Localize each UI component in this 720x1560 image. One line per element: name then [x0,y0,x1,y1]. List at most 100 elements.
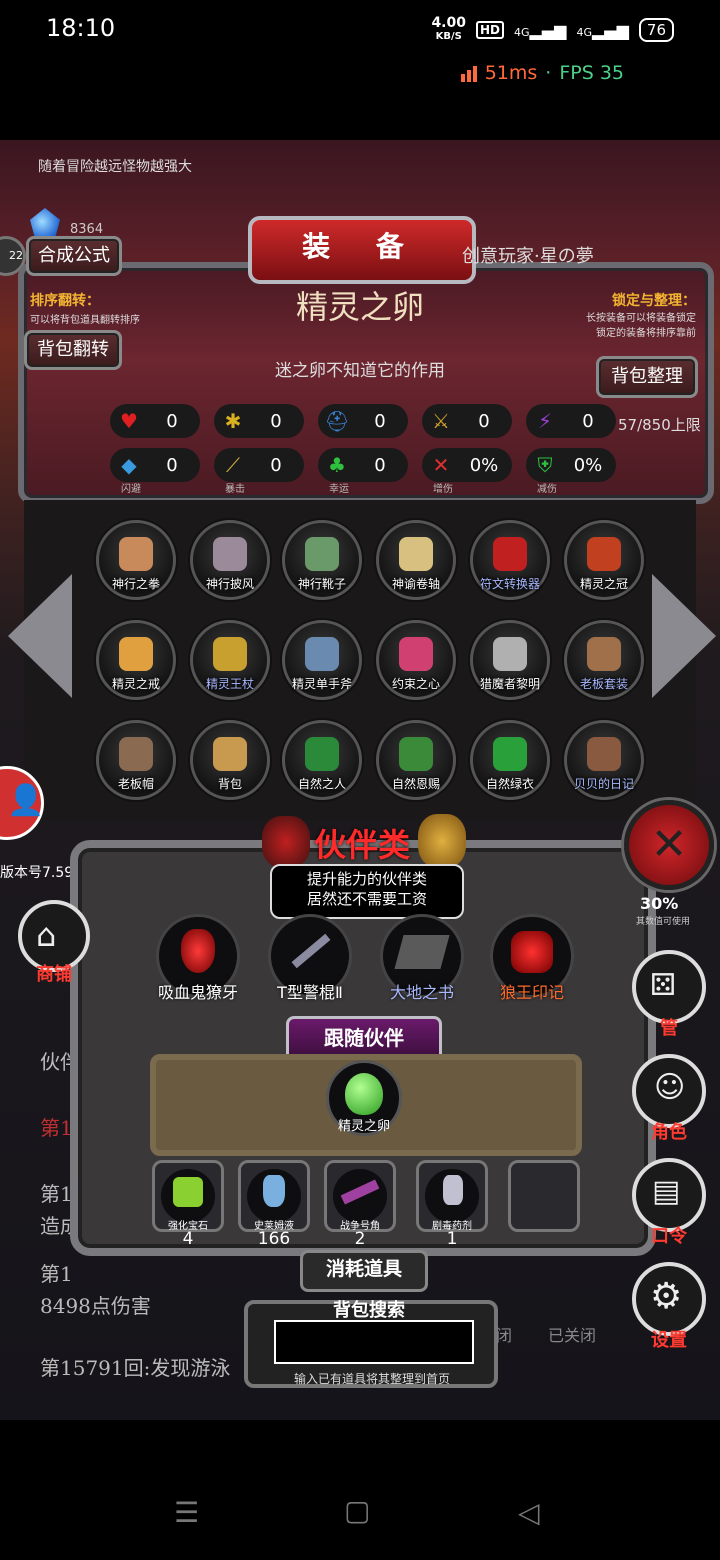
user-icon: 👤 [7,783,45,818]
bag-search-label: 背包搜索 [333,1300,405,1321]
stat-evade: ◆ 0 闪避 [110,448,200,495]
inventory-slot[interactable]: 自然恩赐 [376,720,456,800]
inventory-slot[interactable]: 神行披风 [190,520,270,600]
closed-text: 闭 [496,1326,513,1345]
lightning-icon: ⚡ [537,409,553,433]
menu-icon[interactable]: ☰ [174,1496,199,1529]
role-button[interactable]: ☺ 角色 [632,1054,706,1143]
stat-luck: ♣ 0 幸运 [318,448,408,495]
bag-search-input[interactable] [274,1320,474,1364]
item-icon [119,537,153,571]
bag-capacity: 57/850上限 [618,416,701,434]
code-button[interactable]: ▤ 口令 [632,1158,706,1247]
settings-button[interactable]: ⚙ 设置 [632,1262,706,1351]
inventory-slot[interactable]: 约束之心 [376,620,456,700]
inventory-slot[interactable]: 神行之拳 [96,520,176,600]
consumable-slot-empty[interactable] [508,1160,580,1232]
partner-slot[interactable]: 吸血鬼獠牙 [156,914,240,1002]
close-button[interactable]: ✕ [624,800,714,890]
consumable-slot[interactable]: 剧毒药剂 1 [416,1160,488,1249]
inventory-slot[interactable]: 背包 [190,720,270,800]
heart-icon: ♥ [120,409,138,433]
gem-count: 8364 [70,222,104,237]
follow-partner-slot[interactable]: 精灵之卵 [326,1060,402,1136]
back-icon[interactable]: ◁ [518,1496,540,1529]
bag-search-hint: 输入已有道具将其整理到首页 [293,1372,450,1386]
manage-button[interactable]: ⚄ 管 [632,950,706,1039]
selected-item-desc: 迷之卵不知道它的作用 [275,361,445,381]
item-icon [399,737,433,771]
inventory-slot[interactable]: 贝贝的日记 [564,720,644,800]
net-speed: 4.00 KB/S [431,15,466,42]
dragon-icon [262,816,310,868]
inventory-slot[interactable]: 符文转换器 [470,520,550,600]
prev-page-arrow[interactable] [8,574,72,698]
potion-icon [263,1175,285,1207]
stat-strength: ✱ 0 [214,404,304,438]
partner-subtitle: 提升能力的伙伴类 居然还不需要工资 [270,864,464,919]
stat-dmg-up: ✕ 0% 增伤 [422,448,512,495]
clover-icon: ♣ [328,453,346,477]
system-nav-bar [0,1420,720,1560]
battery-icon: 76 [638,18,674,42]
item-icon [305,537,339,571]
wolf-mark-icon [511,931,553,973]
item-icon [213,637,247,671]
inventory-slot[interactable]: 猎魔者黎明 [470,620,550,700]
clock: 18:10 [46,14,116,42]
book-icon [394,935,450,969]
next-page-arrow[interactable] [652,574,716,698]
item-label: 老板帽 [117,777,154,791]
inventory-slot[interactable]: 神谕卷轴 [376,520,456,600]
log-line: 第1 [40,1262,73,1286]
inventory-slot[interactable]: 神行靴子 [282,520,362,600]
item-label: 神谕卷轴 [391,577,440,591]
inventory-slot[interactable]: 精灵王杖 [190,620,270,700]
partner-slot[interactable]: 狼王印记 [490,914,574,1002]
inventory-slot[interactable]: 精灵单手斧 [282,620,362,700]
shop-button[interactable]: ⌂ 商铺 [18,900,90,985]
gem-stone-icon [173,1177,203,1207]
crit-icon: ⟋ [226,453,240,477]
stat-attack: ⚔ 0 [422,404,512,438]
item-icon [305,637,339,671]
stat-defense: ⛑ 0 [318,404,408,438]
strength-icon: ✱ [224,409,242,433]
item-icon [493,737,527,771]
item-icon [213,737,247,771]
person-icon: ☺ [654,1070,686,1105]
tip-text: 随着冒险越远怪物越强大 [38,159,192,175]
system-icons: 4.00 KB/S HD 4G▂▄▆ 4G▂▄▆ 76 [431,16,674,44]
log-line: 8498点伤害 [40,1294,151,1318]
item-icon [493,637,527,671]
page-title: 装 备 [248,216,476,284]
item-label: 自然恩赐 [391,777,440,791]
rate-text: 30% [640,894,679,913]
consumable-slot[interactable]: 史莱姆液 166 [238,1160,310,1249]
inventory-slot[interactable]: 老板套装 [564,620,644,700]
log-line: 第1 [40,1116,73,1140]
item-label: 背包 [217,777,242,791]
craft-formula-button[interactable]: 合成公式 [26,236,122,276]
baton-icon [291,933,331,969]
version-text: 版本号7.59 [0,865,74,881]
inventory-slot[interactable]: 自然绿衣 [470,720,550,800]
inventory-slot[interactable]: 自然之人 [282,720,362,800]
item-label: 猎魔者黎明 [479,677,540,691]
damage-down-icon: ⛨ [537,453,553,477]
partner-slot[interactable]: T型警棍Ⅱ [268,914,352,1002]
item-label: 老板套装 [579,677,628,691]
hd-icon: HD [475,21,504,39]
home-icon[interactable]: ▢ [344,1494,370,1527]
ping-signal-icon [460,64,477,82]
consumable-slot[interactable]: 战争号角 2 [324,1160,396,1249]
inventory-slot[interactable]: 精灵之冠 [564,520,644,600]
inventory-slot[interactable]: 老板帽 [96,720,176,800]
item-icon [119,637,153,671]
partner-slot[interactable]: 大地之书 [380,914,464,1002]
item-label: 自然绿衣 [485,777,534,791]
fps-text: FPS 35 [559,62,624,84]
item-label: 精灵之戒 [111,677,160,691]
inventory-slot[interactable]: 精灵之戒 [96,620,176,700]
consumable-slot[interactable]: 强化宝石 4 [152,1160,224,1249]
